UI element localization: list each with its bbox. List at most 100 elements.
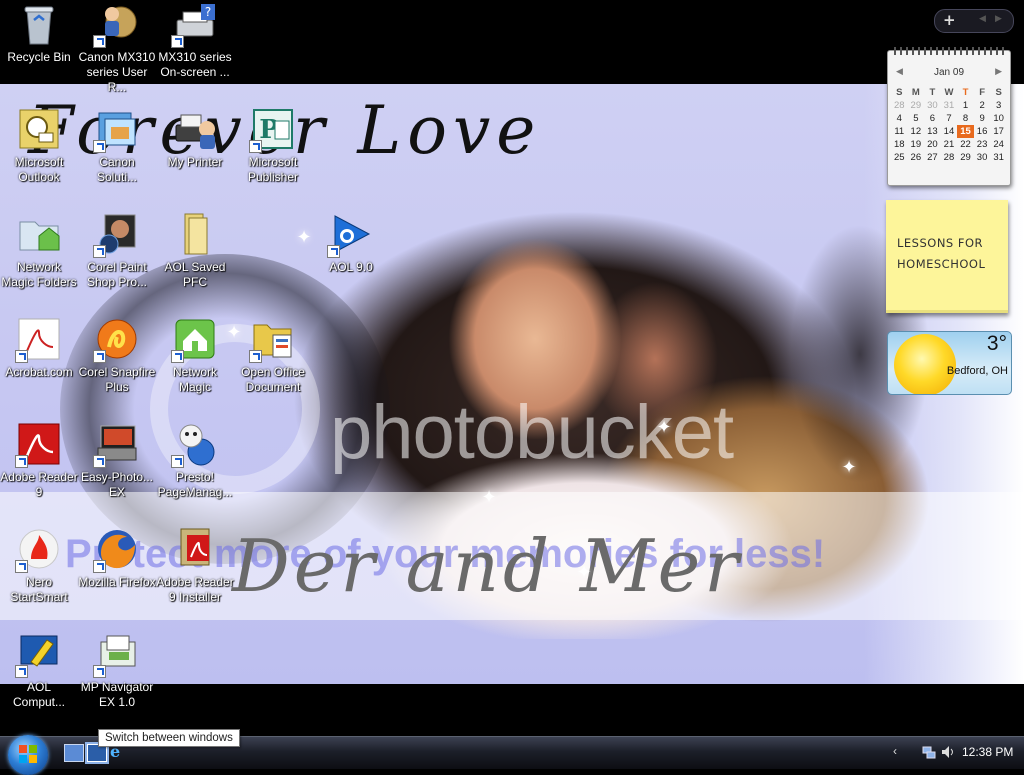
desktop-icon-nero[interactable]: Nero StartSmart xyxy=(0,527,78,605)
calendar-day[interactable]: 26 xyxy=(908,151,925,164)
printer-icon xyxy=(173,107,217,151)
network-folder-icon xyxy=(17,212,61,256)
calendar-month: Jan 09 xyxy=(933,67,965,78)
calendar-day[interactable]: 1 xyxy=(957,99,974,112)
desktop-icon-canon-solution[interactable]: Canon Soluti... xyxy=(78,107,156,185)
calendar-gadget[interactable]: ◀ Jan 09 ▶ S M T W T F S 28 29 30 31 1 2 3 4 5 6 7 8 9 10 11 1… xyxy=(887,47,1011,186)
calendar-day[interactable]: 15 xyxy=(957,125,974,138)
shortcut-arrow-icon xyxy=(93,245,106,258)
icon-label: Microsoft Outlook xyxy=(14,155,64,184)
calendar-day[interactable]: 22 xyxy=(957,138,974,151)
calendar-weekday: W xyxy=(944,87,954,98)
weather-temperature: 3° xyxy=(986,332,1007,355)
calendar-day[interactable]: 14 xyxy=(941,125,958,138)
desktop-icon-recycle-bin[interactable]: Recycle Bin xyxy=(0,2,78,65)
calendar-weekday: S xyxy=(896,87,903,98)
calendar-day[interactable]: 27 xyxy=(924,151,941,164)
icon-label: Corel Paint Shop Pro... xyxy=(86,260,148,289)
desktop-icon-presto[interactable]: Presto! PageManag... xyxy=(156,422,234,500)
calendar-day[interactable]: 31 xyxy=(990,151,1007,164)
icon-label: Open Office Document xyxy=(241,365,305,394)
desktop-icon-acrobat-com[interactable]: Acrobat.com xyxy=(0,317,78,380)
calendar-day[interactable]: 13 xyxy=(924,125,941,138)
desktop-icon-corel-paint-shop[interactable]: Corel Paint Shop Pro... xyxy=(78,212,156,290)
calendar-day[interactable]: 23 xyxy=(974,138,991,151)
desktop-icon-aol-computer[interactable]: AOL Comput... xyxy=(0,632,78,710)
desktop-icon-publisher[interactable]: P Microsoft Publisher xyxy=(234,107,312,185)
calendar-day[interactable]: 18 xyxy=(891,138,908,151)
calendar-day[interactable]: 9 xyxy=(974,112,991,125)
calendar-day[interactable]: 30 xyxy=(974,151,991,164)
calendar-day[interactable]: 21 xyxy=(941,138,958,151)
calendar-day[interactable]: 20 xyxy=(924,138,941,151)
calendar-day[interactable]: 5 xyxy=(908,112,925,125)
desktop-icon-aol[interactable]: AOL 9.0 xyxy=(312,212,390,275)
desktop-icon-network-magic[interactable]: Network Magic xyxy=(156,317,234,395)
calendar-day[interactable]: 28 xyxy=(891,99,908,112)
calendar-day[interactable]: 25 xyxy=(891,151,908,164)
desktop-icon-open-office[interactable]: Open Office Document xyxy=(234,317,312,395)
calendar-day[interactable]: 29 xyxy=(908,99,925,112)
desktop-icon-my-printer[interactable]: My Printer xyxy=(156,107,234,170)
desktop-icon-easy-photo[interactable]: Easy-Photo... EX xyxy=(78,422,156,500)
icon-label: Adobe Reader 9 xyxy=(0,470,78,499)
calendar-day[interactable]: 31 xyxy=(941,99,958,112)
sidebar-prev-button[interactable]: ◀ xyxy=(979,14,986,24)
desktop-icon-outlook[interactable]: Microsoft Outlook xyxy=(0,107,78,185)
sparkle-icon: ✦ xyxy=(841,457,857,478)
presto-icon xyxy=(171,422,217,468)
desktop-icon-firefox[interactable]: Mozilla Firefox xyxy=(78,527,156,590)
taskbar-tooltip: Switch between windows xyxy=(98,729,240,747)
icon-label: Canon Soluti... xyxy=(96,155,138,184)
icon-label: Easy-Photo... EX xyxy=(80,470,154,499)
tray-expand-button[interactable]: ‹ xyxy=(893,744,897,758)
paint-shop-icon xyxy=(93,212,139,258)
calendar-day[interactable]: 29 xyxy=(957,151,974,164)
calendar-day[interactable]: 17 xyxy=(990,125,1007,138)
icon-label: MX310 series On-screen ... xyxy=(158,50,232,79)
notes-gadget[interactable]: LESSONS FOR HOMESCHOOL xyxy=(886,200,1008,313)
sidebar-next-button[interactable]: ▶ xyxy=(995,14,1002,24)
desktop-icon-corel-snapfire[interactable]: Corel Snapfire Plus xyxy=(78,317,156,395)
start-button[interactable] xyxy=(8,735,48,775)
folder-icon xyxy=(173,212,217,256)
calendar-day[interactable]: 4 xyxy=(891,112,908,125)
calendar-day[interactable]: 8 xyxy=(957,112,974,125)
network-icon[interactable] xyxy=(922,744,936,759)
calendar-day[interactable]: 2 xyxy=(974,99,991,112)
desktop-icon-canon-user-manual[interactable]: Canon MX310 series User R... xyxy=(78,2,156,95)
desktop-icon-mp-navigator[interactable]: MP Navigator EX 1.0 xyxy=(78,632,156,710)
shortcut-arrow-icon xyxy=(93,560,106,573)
desktop-icon-network-magic-folders[interactable]: Network Magic Folders xyxy=(0,212,78,290)
weather-gadget[interactable]: 3° Bedford, OH xyxy=(887,331,1012,395)
calendar-day[interactable]: 30 xyxy=(924,99,941,112)
firefox-icon xyxy=(93,527,139,573)
shortcut-arrow-icon xyxy=(15,350,28,363)
calendar-day[interactable]: 7 xyxy=(941,112,958,125)
calendar-day[interactable]: 6 xyxy=(924,112,941,125)
taskbar-clock[interactable]: 12:38 PM xyxy=(962,745,1013,759)
installer-icon xyxy=(173,527,217,571)
desktop-icon-aol-saved-pfc[interactable]: AOL Saved PFC xyxy=(156,212,234,290)
aol-computer-icon xyxy=(15,632,61,678)
calendar-next-button[interactable]: ▶ xyxy=(995,67,1002,77)
calendar-day[interactable]: 10 xyxy=(990,112,1007,125)
sidebar-controls: + ◀ ▶ xyxy=(934,9,1014,33)
shortcut-arrow-icon xyxy=(93,665,106,678)
volume-icon[interactable] xyxy=(941,744,955,758)
add-gadget-button[interactable]: + xyxy=(943,11,956,29)
calendar-day[interactable]: 12 xyxy=(908,125,925,138)
calendar-day[interactable]: 28 xyxy=(941,151,958,164)
show-desktop-icon[interactable] xyxy=(64,744,84,762)
calendar-day[interactable]: 3 xyxy=(990,99,1007,112)
calendar-weekday: M xyxy=(911,87,920,98)
desktop-icon-adobe-reader[interactable]: Adobe Reader 9 xyxy=(0,422,78,500)
shortcut-arrow-icon xyxy=(249,140,262,153)
calendar-day[interactable]: 11 xyxy=(891,125,908,138)
shortcut-arrow-icon xyxy=(171,455,184,468)
desktop-icon-mx310-onscreen[interactable]: ? MX310 series On-screen ... xyxy=(156,2,234,80)
calendar-day[interactable]: 19 xyxy=(908,138,925,151)
calendar-day[interactable]: 24 xyxy=(990,138,1007,151)
calendar-day[interactable]: 16 xyxy=(974,125,991,138)
desktop-icon-adobe-reader-installer[interactable]: Adobe Reader 9 Installer xyxy=(156,527,234,605)
